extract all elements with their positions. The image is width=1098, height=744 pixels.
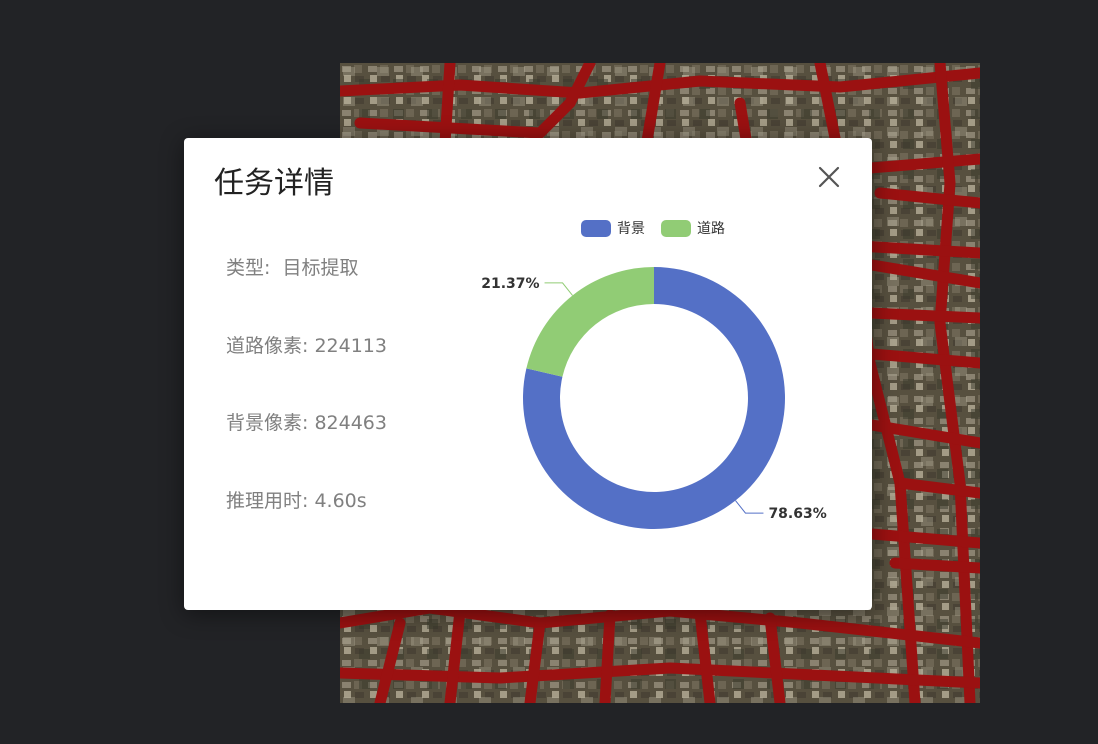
info-row-road-pixels: 道路像素: 224113 (226, 333, 387, 359)
legend-swatch-1 (661, 220, 691, 237)
inference-time-label: 推理用时: (226, 489, 309, 512)
type-value: 目标提取 (282, 257, 359, 279)
road-pixels-value: 224113 (314, 334, 387, 357)
background-pixels-value: 824463 (314, 412, 387, 434)
donut-chart-svg: 背景 道路 78.63% 21.37% (481, 220, 827, 529)
task-detail-modal: 任务详情 类型: 目标提取 道路像素: 224113 背景像素: 824463 … (184, 138, 872, 610)
inference-time-value: 4.60s (314, 489, 367, 512)
legend-label-0: 背景 (617, 221, 645, 237)
legend-label-1: 道路 (697, 221, 725, 237)
label-line-1 (544, 282, 573, 296)
road-pixels-label: 道路像素: (226, 334, 309, 357)
info-row-inference-time: 推理用时: 4.60s (226, 488, 387, 514)
task-info-list: 类型: 目标提取 道路像素: 224113 背景像素: 824463 推理用时:… (226, 255, 387, 565)
slice-label-0: 78.63% (768, 506, 826, 522)
info-row-type: 类型: 目标提取 (226, 255, 387, 281)
info-row-background-pixels: 背景像素: 824463 (226, 410, 387, 436)
slice-label-1: 21.37% (481, 276, 539, 292)
close-icon[interactable] (816, 164, 842, 190)
modal-title: 任务详情 (214, 166, 334, 201)
slice-1 (526, 267, 654, 377)
pixel-ratio-chart: 背景 道路 78.63% 21.37% (464, 208, 864, 548)
label-line-0 (735, 500, 764, 514)
type-label: 类型: (226, 257, 271, 279)
legend-swatch-0 (581, 220, 611, 237)
background-pixels-label: 背景像素: (226, 412, 309, 434)
